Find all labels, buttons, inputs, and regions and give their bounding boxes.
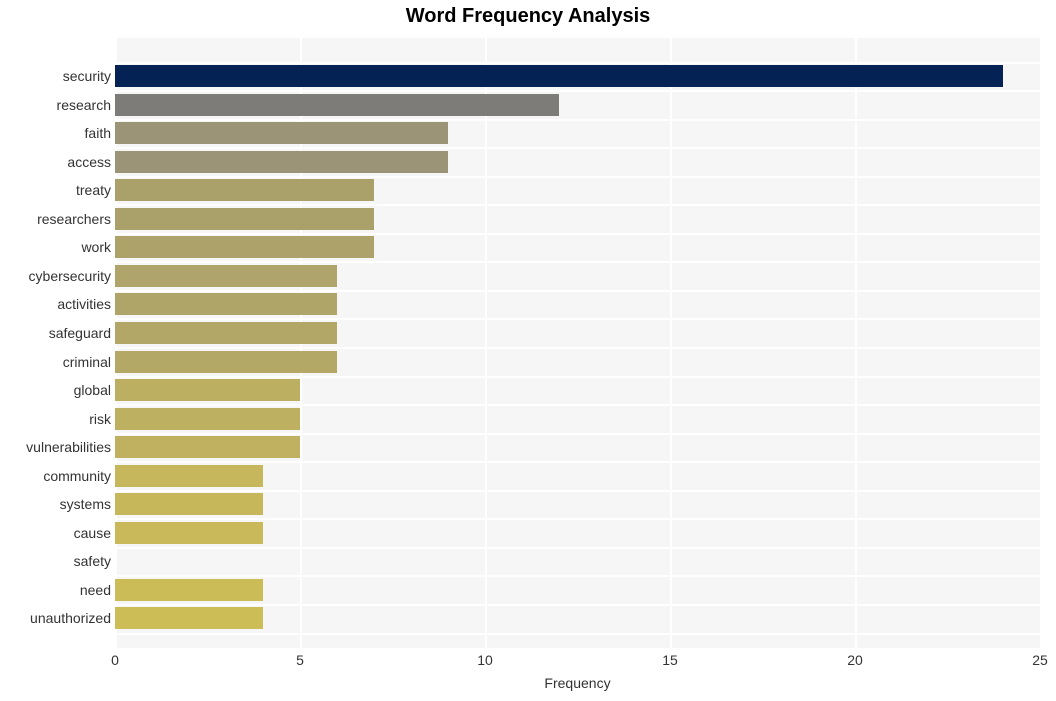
- bar[interactable]: [115, 464, 263, 487]
- y-gridline: [115, 546, 1040, 549]
- y-gridline: [115, 90, 1040, 93]
- y-tick-label: security: [62, 68, 111, 84]
- y-gridline: [115, 204, 1040, 207]
- word-frequency-chart: Word Frequency Analysis security research…: [0, 0, 1056, 701]
- y-tick-label: activities: [57, 296, 111, 313]
- y-tick-label: access: [67, 153, 111, 170]
- y-tick-label: safeguard: [48, 324, 111, 341]
- y-gridline: [115, 518, 1040, 521]
- bar[interactable]: [115, 350, 337, 373]
- x-tick-label: 10: [477, 652, 493, 668]
- y-tick-label: risk: [89, 410, 111, 427]
- y-gridline: [115, 261, 1040, 264]
- y-gridline: [115, 232, 1040, 235]
- x-axis-ticks: 0 5 10 15 20 25: [0, 652, 1056, 674]
- y-gridline: [115, 489, 1040, 492]
- y-gridline: [115, 347, 1040, 349]
- y-gridline: [115, 632, 1040, 635]
- bar[interactable]: [115, 207, 374, 230]
- y-gridline: [115, 118, 1040, 121]
- x-gridline: [855, 38, 857, 648]
- y-gridline: [115, 404, 1040, 407]
- y-gridline: [115, 318, 1040, 321]
- x-gridline: [670, 38, 672, 648]
- y-gridline: [115, 603, 1040, 606]
- x-tick-label: 5: [296, 652, 304, 668]
- y-tick-label: unauthorized: [30, 610, 111, 627]
- x-tick-label: 15: [662, 652, 678, 668]
- bar[interactable]: [115, 407, 300, 430]
- bar[interactable]: [115, 550, 263, 572]
- bar[interactable]: [115, 379, 300, 402]
- bar[interactable]: [115, 122, 448, 145]
- x-tick-label: 25: [1032, 652, 1048, 668]
- y-tick-label: research: [56, 96, 111, 113]
- y-gridline: [115, 432, 1040, 435]
- bar[interactable]: [115, 521, 263, 544]
- bar[interactable]: [115, 150, 448, 173]
- y-gridline: [115, 289, 1040, 292]
- x-tick-label: 0: [111, 652, 119, 668]
- bar[interactable]: [115, 179, 374, 202]
- x-gridline: [485, 38, 487, 648]
- bar[interactable]: [115, 436, 300, 459]
- y-tick-label: cause: [73, 524, 111, 541]
- y-gridline: [115, 375, 1040, 378]
- y-tick-label: criminal: [62, 353, 111, 370]
- y-gridline: [115, 461, 1040, 464]
- y-tick-label: need: [79, 581, 111, 598]
- y-gridline: [115, 147, 1040, 150]
- y-tick-label: faith: [84, 125, 111, 142]
- y-tick-label: researchers: [37, 210, 111, 227]
- bar[interactable]: [115, 236, 374, 259]
- y-gridline: [115, 575, 1040, 578]
- y-tick-label: community: [43, 467, 111, 484]
- bar[interactable]: [115, 93, 559, 116]
- bar[interactable]: [115, 293, 337, 316]
- chart-title: Word Frequency Analysis: [405, 5, 651, 27]
- y-tick-label: treaty: [75, 182, 111, 199]
- y-tick-label: safety: [73, 553, 111, 570]
- bar[interactable]: [115, 493, 263, 516]
- y-tick-label: vulnerabilities: [26, 439, 111, 456]
- x-axis-title: Frequency: [544, 675, 611, 691]
- bar[interactable]: [115, 65, 1003, 87]
- bar[interactable]: [115, 264, 337, 287]
- x-tick-label: 20: [847, 652, 863, 668]
- y-gridline: [115, 61, 1040, 64]
- bar[interactable]: [115, 578, 263, 601]
- bar[interactable]: [115, 607, 263, 630]
- y-axis: security research faith access treaty researc…: [0, 38, 111, 648]
- y-gridline: [115, 175, 1040, 178]
- bar[interactable]: [115, 321, 337, 344]
- y-tick-label: cybersecurity: [28, 267, 111, 284]
- y-tick-label: systems: [59, 496, 111, 513]
- y-tick-label: global: [73, 382, 111, 399]
- y-tick-label: work: [81, 239, 111, 256]
- plot-area: [115, 38, 1040, 648]
